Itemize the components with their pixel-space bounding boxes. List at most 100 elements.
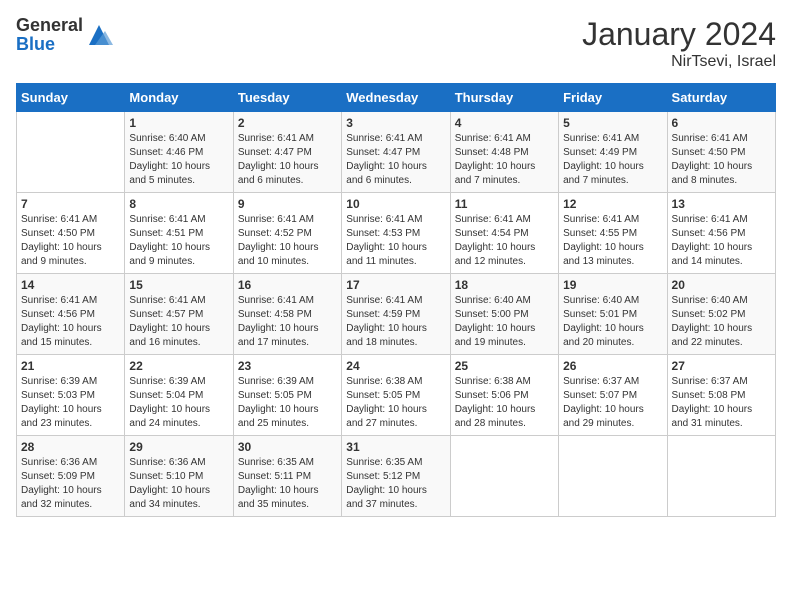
- day-info: Sunrise: 6:41 AMSunset: 4:53 PMDaylight:…: [346, 213, 445, 269]
- day-number: 1: [129, 116, 228, 130]
- day-number: 28: [21, 440, 120, 454]
- weekday-header-wednesday: Wednesday: [342, 84, 450, 112]
- calendar-cell: 21 Sunrise: 6:39 AMSunset: 5:03 PMDayligh…: [17, 355, 125, 436]
- day-info: Sunrise: 6:41 AMSunset: 4:59 PMDaylight:…: [346, 294, 445, 350]
- day-number: 19: [563, 278, 662, 292]
- calendar-cell: 24 Sunrise: 6:38 AMSunset: 5:05 PMDayligh…: [342, 355, 450, 436]
- month-title: January 2024: [582, 16, 776, 53]
- day-number: 12: [563, 197, 662, 211]
- calendar-cell: 6Sunrise: 6:41 AMSunset: 4:50 PMDaylight…: [667, 112, 775, 193]
- day-number: 3: [346, 116, 445, 130]
- day-info: Sunrise: 6:36 AMSunset: 5:09 PMDaylight:…: [21, 456, 120, 512]
- weekday-header-friday: Friday: [559, 84, 667, 112]
- day-number: 30: [238, 440, 337, 454]
- calendar-cell: 14Sunrise: 6:41 AMSunset: 4:56 PMDayligh…: [17, 274, 125, 355]
- day-info: Sunrise: 6:41 AMSunset: 4:51 PMDaylight:…: [129, 213, 228, 269]
- calendar-cell: 22 Sunrise: 6:39 AMSunset: 5:04 PMDayligh…: [125, 355, 233, 436]
- day-number: 2: [238, 116, 337, 130]
- calendar-cell: 13 Sunrise: 6:41 AMSunset: 4:56 PMDayligh…: [667, 193, 775, 274]
- day-number: 4: [455, 116, 554, 130]
- day-number: 17: [346, 278, 445, 292]
- logo-icon: [85, 21, 113, 49]
- calendar-week-4: 21 Sunrise: 6:39 AMSunset: 5:03 PMDayligh…: [17, 355, 776, 436]
- weekday-header-monday: Monday: [125, 84, 233, 112]
- weekday-header-row: SundayMondayTuesdayWednesdayThursdayFrid…: [17, 84, 776, 112]
- calendar-week-5: 28 Sunrise: 6:36 AMSunset: 5:09 PMDayligh…: [17, 436, 776, 517]
- day-info: Sunrise: 6:41 AMSunset: 4:56 PMDaylight:…: [21, 294, 120, 350]
- day-info: Sunrise: 6:40 AMSunset: 5:00 PMDaylight:…: [455, 294, 554, 350]
- day-info: Sunrise: 6:41 AMSunset: 4:58 PMDaylight:…: [238, 294, 337, 350]
- calendar-cell: 26 Sunrise: 6:37 AMSunset: 5:07 PMDayligh…: [559, 355, 667, 436]
- day-info: Sunrise: 6:41 AMSunset: 4:50 PMDaylight:…: [21, 213, 120, 269]
- day-info: Sunrise: 6:35 AMSunset: 5:11 PMDaylight:…: [238, 456, 337, 512]
- day-info: Sunrise: 6:41 AMSunset: 4:48 PMDaylight:…: [455, 132, 554, 188]
- calendar-cell: 3Sunrise: 6:41 AMSunset: 4:47 PMDaylight…: [342, 112, 450, 193]
- day-number: 11: [455, 197, 554, 211]
- weekday-header-sunday: Sunday: [17, 84, 125, 112]
- day-number: 7: [21, 197, 120, 211]
- day-info: Sunrise: 6:37 AMSunset: 5:07 PMDaylight:…: [563, 375, 662, 431]
- day-number: 16: [238, 278, 337, 292]
- day-number: 29: [129, 440, 228, 454]
- day-number: 31: [346, 440, 445, 454]
- day-info: Sunrise: 6:41 AMSunset: 4:47 PMDaylight:…: [238, 132, 337, 188]
- day-info: Sunrise: 6:40 AMSunset: 5:01 PMDaylight:…: [563, 294, 662, 350]
- day-info: Sunrise: 6:39 AMSunset: 5:03 PMDaylight:…: [21, 375, 120, 431]
- day-info: Sunrise: 6:35 AMSunset: 5:12 PMDaylight:…: [346, 456, 445, 512]
- calendar-cell: 27 Sunrise: 6:37 AMSunset: 5:08 PMDayligh…: [667, 355, 775, 436]
- day-info: Sunrise: 6:37 AMSunset: 5:08 PMDaylight:…: [672, 375, 771, 431]
- logo-blue: Blue: [16, 34, 55, 54]
- calendar-cell: 12 Sunrise: 6:41 AMSunset: 4:55 PMDayligh…: [559, 193, 667, 274]
- day-info: Sunrise: 6:41 AMSunset: 4:57 PMDaylight:…: [129, 294, 228, 350]
- day-number: 9: [238, 197, 337, 211]
- day-info: Sunrise: 6:41 AMSunset: 4:54 PMDaylight:…: [455, 213, 554, 269]
- calendar-week-1: 1 Sunrise: 6:40 AMSunset: 4:46 PMDaylight…: [17, 112, 776, 193]
- page-header: General Blue January 2024 NirTsevi, Isra…: [16, 16, 776, 71]
- day-number: 15: [129, 278, 228, 292]
- day-info: Sunrise: 6:40 AMSunset: 4:46 PMDaylight:…: [129, 132, 228, 188]
- weekday-header-tuesday: Tuesday: [233, 84, 341, 112]
- calendar-cell: [559, 436, 667, 517]
- calendar-cell: [17, 112, 125, 193]
- calendar-cell: 23 Sunrise: 6:39 AMSunset: 5:05 PMDayligh…: [233, 355, 341, 436]
- weekday-header-saturday: Saturday: [667, 84, 775, 112]
- day-info: Sunrise: 6:41 AMSunset: 4:56 PMDaylight:…: [672, 213, 771, 269]
- calendar-cell: 8 Sunrise: 6:41 AMSunset: 4:51 PMDaylight…: [125, 193, 233, 274]
- day-info: Sunrise: 6:41 AMSunset: 4:52 PMDaylight:…: [238, 213, 337, 269]
- calendar-cell: 11 Sunrise: 6:41 AMSunset: 4:54 PMDayligh…: [450, 193, 558, 274]
- logo: General Blue: [16, 16, 113, 54]
- day-number: 26: [563, 359, 662, 373]
- calendar-cell: 20Sunrise: 6:40 AMSunset: 5:02 PMDayligh…: [667, 274, 775, 355]
- day-number: 8: [129, 197, 228, 211]
- calendar-cell: 30 Sunrise: 6:35 AMSunset: 5:11 PMDayligh…: [233, 436, 341, 517]
- day-number: 18: [455, 278, 554, 292]
- day-number: 10: [346, 197, 445, 211]
- calendar-cell: 19 Sunrise: 6:40 AMSunset: 5:01 PMDayligh…: [559, 274, 667, 355]
- calendar-cell: 28 Sunrise: 6:36 AMSunset: 5:09 PMDayligh…: [17, 436, 125, 517]
- day-info: Sunrise: 6:39 AMSunset: 5:04 PMDaylight:…: [129, 375, 228, 431]
- title-block: January 2024 NirTsevi, Israel: [582, 16, 776, 71]
- calendar-cell: 10 Sunrise: 6:41 AMSunset: 4:53 PMDayligh…: [342, 193, 450, 274]
- day-number: 21: [21, 359, 120, 373]
- location-title: NirTsevi, Israel: [582, 53, 776, 71]
- day-info: Sunrise: 6:41 AMSunset: 4:55 PMDaylight:…: [563, 213, 662, 269]
- day-number: 24: [346, 359, 445, 373]
- weekday-header-thursday: Thursday: [450, 84, 558, 112]
- calendar-cell: 7 Sunrise: 6:41 AMSunset: 4:50 PMDaylight…: [17, 193, 125, 274]
- calendar-cell: [450, 436, 558, 517]
- calendar-cell: 25Sunrise: 6:38 AMSunset: 5:06 PMDayligh…: [450, 355, 558, 436]
- day-info: Sunrise: 6:38 AMSunset: 5:05 PMDaylight:…: [346, 375, 445, 431]
- calendar-cell: 16 Sunrise: 6:41 AMSunset: 4:58 PMDayligh…: [233, 274, 341, 355]
- day-number: 6: [672, 116, 771, 130]
- day-number: 25: [455, 359, 554, 373]
- day-number: 20: [672, 278, 771, 292]
- day-number: 22: [129, 359, 228, 373]
- calendar-cell: 9 Sunrise: 6:41 AMSunset: 4:52 PMDaylight…: [233, 193, 341, 274]
- day-info: Sunrise: 6:39 AMSunset: 5:05 PMDaylight:…: [238, 375, 337, 431]
- day-number: 23: [238, 359, 337, 373]
- logo-general: General: [16, 15, 83, 35]
- calendar-week-2: 7 Sunrise: 6:41 AMSunset: 4:50 PMDaylight…: [17, 193, 776, 274]
- day-number: 27: [672, 359, 771, 373]
- day-number: 13: [672, 197, 771, 211]
- calendar-table: SundayMondayTuesdayWednesdayThursdayFrid…: [16, 83, 776, 517]
